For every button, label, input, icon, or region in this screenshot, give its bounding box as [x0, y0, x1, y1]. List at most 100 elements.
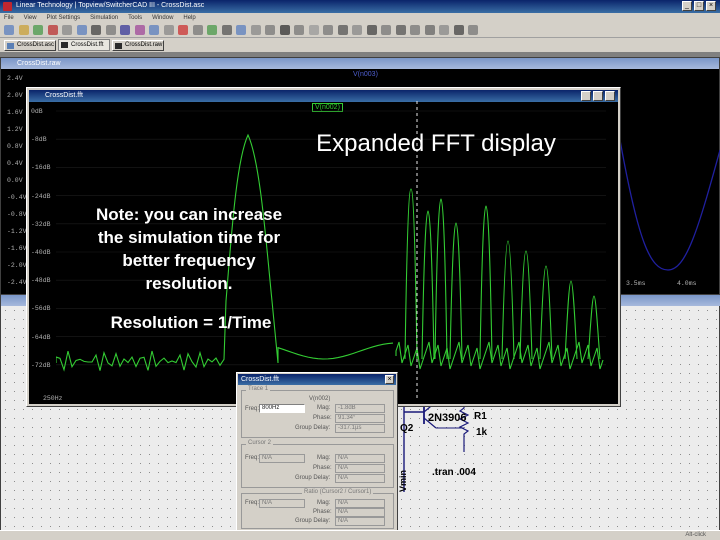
menu-tools[interactable]: Tools [124, 13, 146, 23]
ratio-group-delay-label: Group Delay: [295, 518, 331, 524]
fft-harmonic-spike [519, 250, 533, 360]
fft-y-tick: -16dB [31, 164, 51, 172]
toolbar-tool-icon[interactable] [149, 25, 159, 35]
app-logo-icon [3, 2, 12, 11]
toolbar-tool-icon[interactable] [105, 25, 116, 35]
menu-simulation[interactable]: Simulation [86, 13, 122, 23]
toolbar-tool-icon[interactable] [308, 25, 319, 35]
group-label: Trace 1 [246, 386, 271, 392]
toolbar-tool-icon[interactable] [366, 25, 377, 35]
toolbar-tool-icon[interactable] [236, 25, 246, 35]
toolbar-tool-icon[interactable] [76, 25, 87, 35]
dialog-close-button[interactable]: × [385, 375, 394, 384]
toolbar-tool-icon[interactable] [18, 25, 29, 35]
toolbar-tool-icon[interactable] [453, 25, 464, 35]
fft-harmonic-spike [501, 240, 515, 360]
toolbar-tool-icon[interactable] [468, 25, 478, 35]
toolbar-tool-icon[interactable] [439, 25, 449, 35]
raw-y-tick: -2.4V [7, 279, 27, 286]
menu-help[interactable]: Help [179, 13, 199, 23]
c2-group-delay-field: N/A [335, 474, 385, 483]
minimize-button[interactable]: _ [682, 1, 692, 11]
raw-icon [115, 43, 122, 49]
toolbar-tool-icon[interactable] [91, 25, 101, 35]
toolbar-tool-icon[interactable] [337, 25, 348, 35]
fft-maximize-button[interactable] [593, 91, 603, 101]
close-button[interactable]: × [706, 1, 716, 11]
toolbar-tool-icon[interactable] [424, 25, 435, 35]
raw-trace [620, 139, 720, 271]
fft-y-tick: 0dB [31, 108, 43, 115]
toolbar-tool-icon[interactable] [294, 25, 304, 35]
dialog-title: CrossDist.fft [241, 376, 279, 383]
phase-label: Phase: [313, 415, 332, 421]
toolbar-tool-icon[interactable] [395, 25, 406, 35]
cursor-dialog: CrossDist.fft × Trace 1 V(n002) Freq: 80… [236, 372, 398, 532]
menu-window[interactable]: Window [148, 13, 177, 23]
fft-y-tick: -48dB [31, 277, 51, 285]
menu-plot-settings[interactable]: Plot Settings [42, 13, 84, 23]
vmin-net-label: Vmin [398, 469, 408, 492]
toolbar [0, 24, 720, 38]
tab-label: CrossDist.asc [17, 42, 55, 48]
toolbar-tool-icon[interactable] [178, 25, 188, 35]
note-line-4: resolution. [145, 274, 233, 293]
fft-minimize-button[interactable] [581, 91, 591, 101]
maximize-button[interactable]: □ [694, 1, 704, 11]
toolbar-tool-icon[interactable] [410, 25, 420, 35]
fft-harmonic-spike [564, 280, 578, 360]
toolbar-tool-icon[interactable] [265, 25, 275, 35]
toolbar-tool-icon[interactable] [323, 25, 333, 35]
expanded-fft-title: Expanded FFT display [316, 130, 556, 157]
fft-y-tick: -64dB [31, 333, 51, 341]
menu-bar: File View Plot Settings Simulation Tools… [0, 13, 720, 24]
note-line-3: better frequency [122, 251, 256, 270]
raw-y-tick: 0.0V [7, 177, 23, 184]
raw-y-tick: 0.4V [7, 160, 23, 167]
mag-label: Mag: [317, 405, 331, 411]
toolbar-tool-icon[interactable] [47, 25, 58, 35]
c2-freq-label: Freq: [245, 455, 260, 461]
toolbar-tool-icon[interactable] [381, 25, 391, 35]
fft-y-tick: -40dB [31, 249, 51, 256]
r1-ref-label: R1 [474, 411, 487, 422]
app-titlebar: Linear Technology | Topview/SwitcherCAD … [0, 0, 720, 13]
toolbar-tool-icon[interactable] [221, 25, 232, 35]
note-line-1: Note: you can increase [95, 205, 283, 224]
fft-close-button[interactable] [605, 91, 615, 101]
raw-y-tick: 1.6V [7, 109, 23, 116]
toolbar-tool-icon[interactable] [134, 25, 145, 35]
toolbar-tool-icon[interactable] [33, 25, 43, 35]
ratio-group-delay-field: N/A [335, 517, 385, 526]
toolbar-tool-icon[interactable] [62, 25, 72, 35]
toolbar-tool-icon[interactable] [279, 25, 290, 35]
toolbar-tool-icon[interactable] [4, 25, 14, 35]
resolution-formula: Resolution = 1/Time [110, 313, 272, 332]
c2-freq-field: N/A [259, 454, 305, 463]
ratio-phase-label: Phase: [313, 509, 332, 515]
status-text: Alt-click [685, 532, 706, 538]
freq-label: Freq: [245, 406, 260, 412]
toolbar-tool-icon[interactable] [352, 25, 362, 35]
raw-titlebar: CrossDist.raw [1, 58, 719, 69]
ratio-freq-field: N/A [259, 499, 305, 508]
toolbar-tool-icon[interactable] [207, 25, 217, 35]
freq-field[interactable]: 800Hz [259, 404, 305, 413]
raw-y-tick: 2.0V [7, 92, 23, 99]
tran-directive[interactable]: .tran .004 [432, 467, 476, 478]
fft-y-tick: -56dB [31, 305, 51, 313]
group-label: Ratio (Cursor2 / Cursor1) [302, 489, 374, 495]
r1-value-label: 1k [476, 427, 488, 438]
toolbar-tool-icon[interactable] [250, 25, 261, 35]
toolbar-tool-icon[interactable] [120, 25, 130, 35]
raw-y-tick: 0.8V [7, 143, 23, 150]
tab-label: CrossDist.fft [71, 42, 104, 48]
menu-file[interactable]: File [0, 13, 18, 23]
menu-view[interactable]: View [20, 13, 41, 23]
note-line-2: the simulation time for [97, 228, 281, 247]
toolbar-tool-icon[interactable] [192, 25, 203, 35]
q2-part-label: 2N3906 [428, 412, 467, 424]
c2-group-delay-label: Group Delay: [295, 475, 331, 481]
toolbar-tool-icon[interactable] [163, 25, 174, 35]
raw-trace-label: V(n003) [353, 71, 378, 78]
